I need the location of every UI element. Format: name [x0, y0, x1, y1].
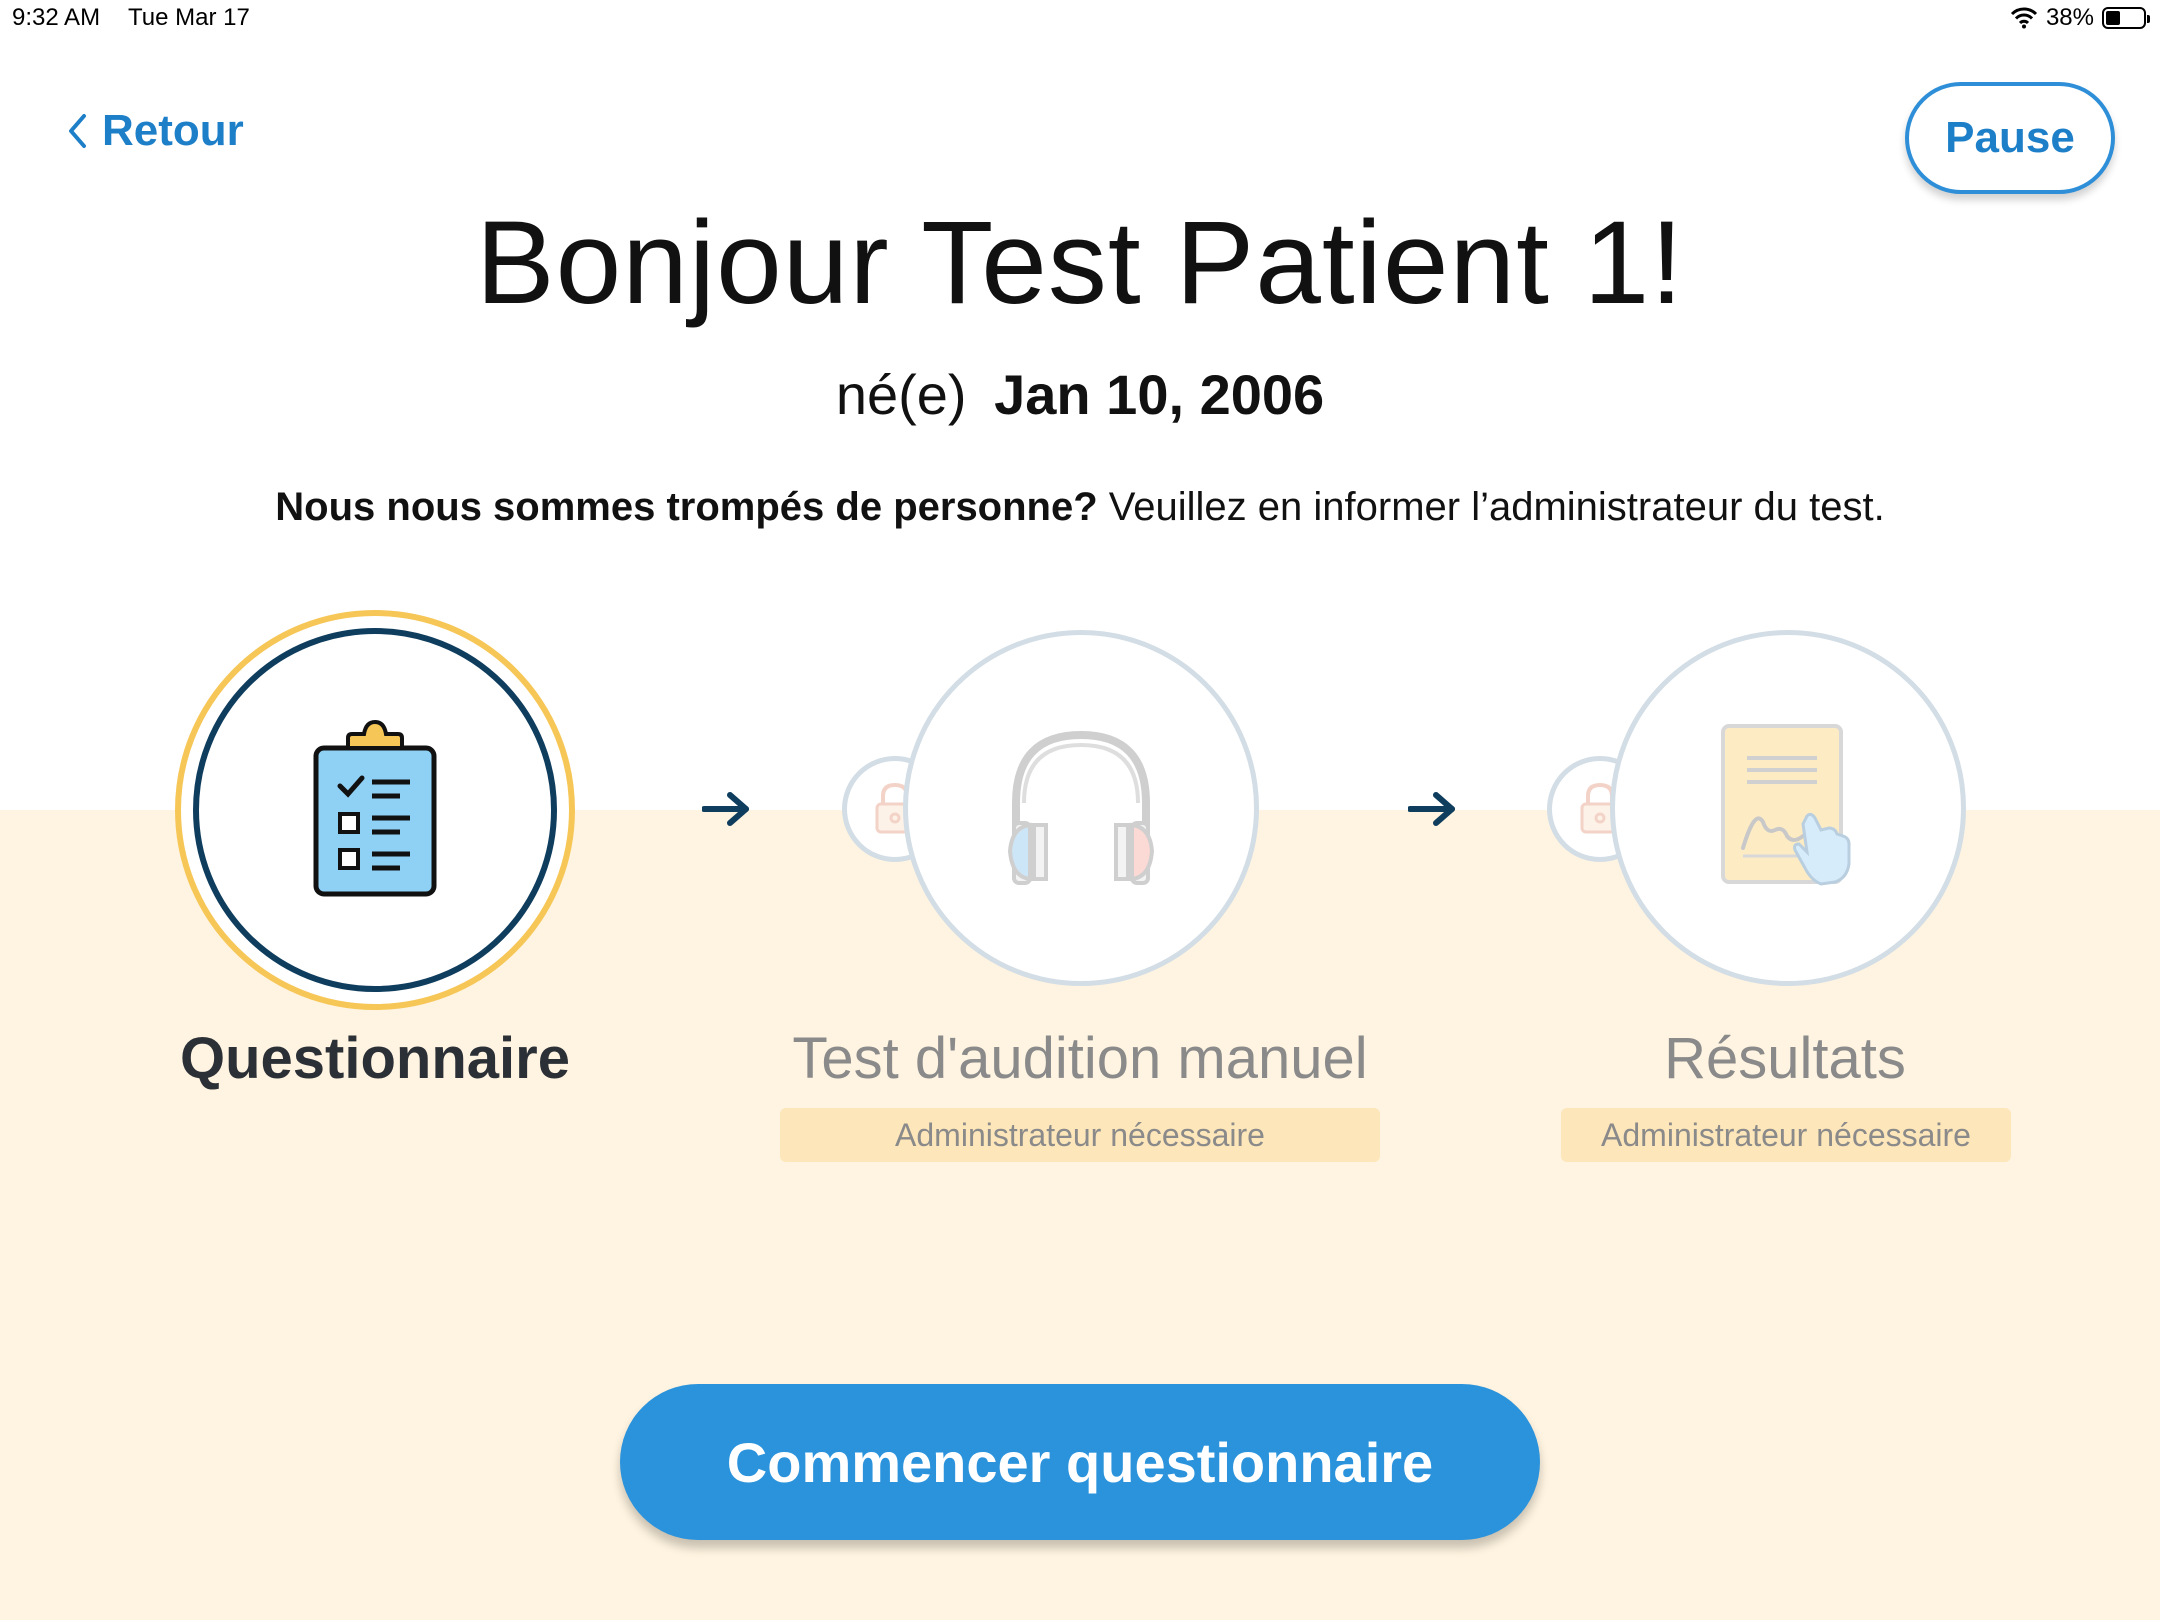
dob-prefix: né(e) [835, 363, 967, 426]
step-questionnaire[interactable] [193, 628, 557, 992]
page-title: Bonjour Test Patient 1! [475, 197, 1685, 329]
step-results[interactable] [1610, 630, 1966, 986]
step-label-questionnaire: Questionnaire [180, 1026, 570, 1091]
status-date: Tue Mar 17 [128, 4, 250, 31]
admin-required-badge: Administrateur nécessaire [1561, 1108, 2011, 1162]
dob-value: Jan 10, 2006 [994, 363, 1325, 426]
step-label-results: Résultats [1664, 1026, 1906, 1091]
start-questionnaire-button[interactable]: Commencer questionnaire [620, 1384, 1540, 1540]
step-hearing-test[interactable] [903, 630, 1259, 986]
wrong-person-question: Nous nous sommes trompés de personne? [275, 485, 1098, 529]
wrong-person-notice: Nous nous sommes trompés de personne? Ve… [0, 485, 2160, 530]
arrow-right-icon [1408, 792, 1455, 826]
clipboard-icon [313, 720, 437, 897]
step-label-hearing-test: Test d'audition manuel [792, 1026, 1368, 1091]
admin-required-badge: Administrateur nécessaire [780, 1108, 1380, 1162]
battery-percent: 38% [2045, 4, 2094, 31]
battery-icon [2102, 7, 2150, 29]
back-label: Retour [102, 106, 244, 155]
arrow-right-icon [702, 792, 749, 826]
back-button[interactable]: Retour [66, 106, 244, 156]
status-bar-right: 38% [2010, 4, 2150, 32]
pause-button[interactable]: Pause [1905, 82, 2115, 194]
wifi-icon [2010, 7, 2038, 29]
wrong-person-instruction: Veuillez en informer l’administrateur du… [1097, 485, 1885, 529]
headphones-icon [1007, 730, 1155, 885]
chevron-left-icon [69, 114, 86, 148]
battery-fill [2106, 11, 2120, 25]
date-of-birth: né(e) Jan 10, 2006 [0, 362, 2160, 427]
signed-document-icon [1721, 724, 1851, 886]
status-time: 9:32 AM [12, 4, 101, 31]
